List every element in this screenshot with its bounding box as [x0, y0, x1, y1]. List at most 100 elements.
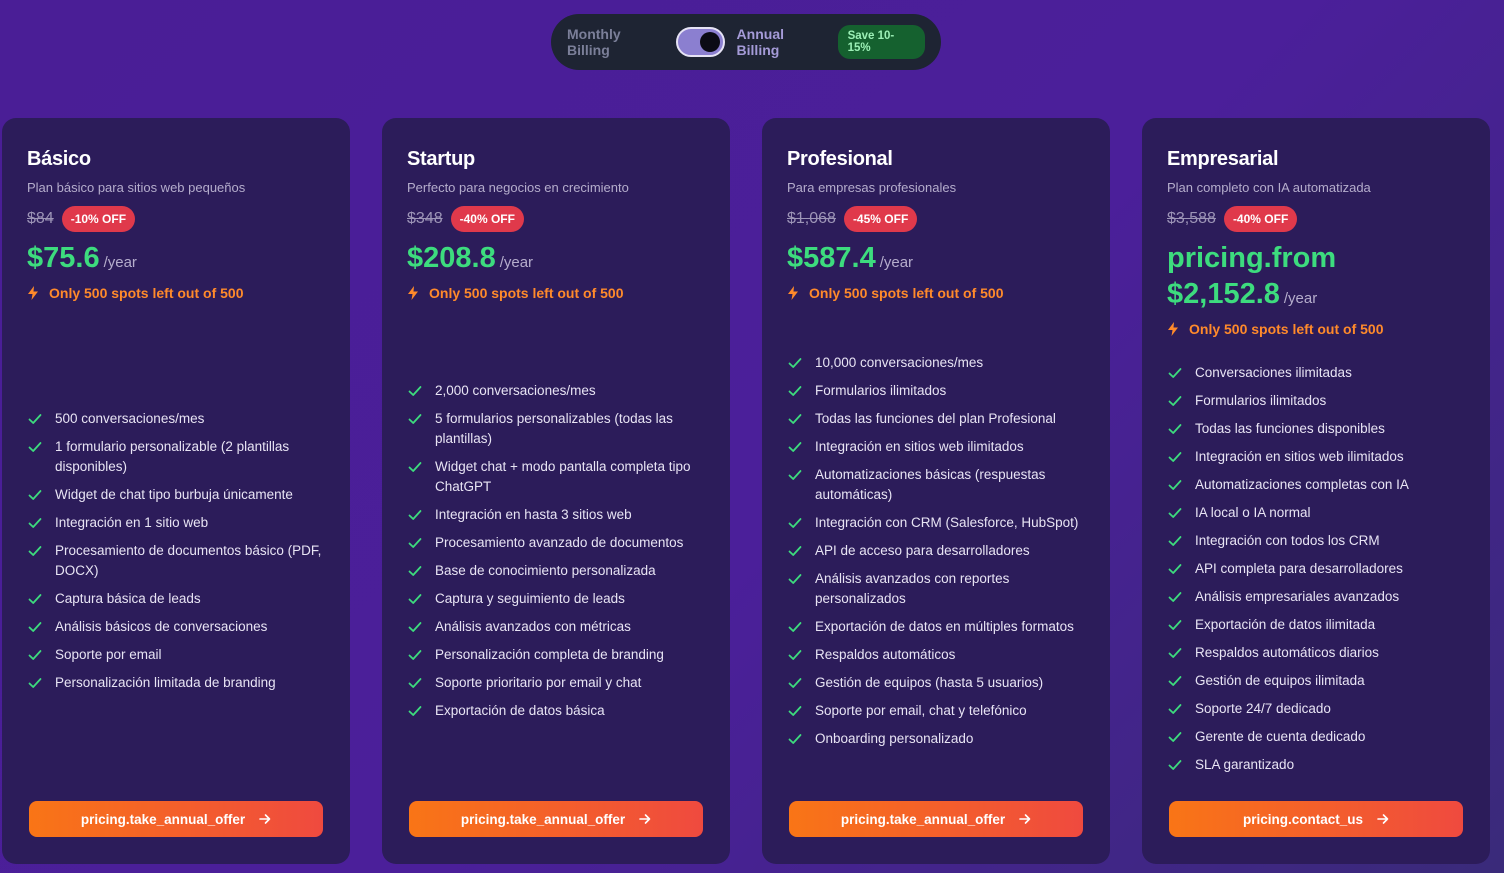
check-icon — [27, 619, 43, 635]
cta-label: pricing.contact_us — [1242, 811, 1364, 827]
feature-item: Widget de chat tipo burbuja únicamente — [27, 485, 330, 505]
billing-switch[interactable] — [676, 27, 725, 57]
feature-text: Soporte 24/7 dedicado — [1195, 701, 1331, 716]
feature-text: Todas las funciones del plan Profesional — [815, 411, 1056, 426]
check-icon — [1167, 617, 1183, 633]
feature-item: Widget chat + modo pantalla completa tip… — [407, 457, 710, 497]
bolt-icon — [787, 286, 799, 300]
cta-label: pricing.take_annual_offer — [80, 811, 246, 827]
feature-item: Base de conocimiento personalizada — [407, 561, 710, 581]
price-period: /year — [103, 254, 137, 271]
check-icon — [1167, 757, 1183, 773]
feature-item: Soporte 24/7 dedicado — [1167, 699, 1470, 719]
feature-text: Formularios ilimitados — [815, 383, 947, 398]
switch-knob — [699, 32, 720, 52]
check-icon — [27, 439, 43, 455]
plan-card: Profesional Para empresas profesionales … — [762, 118, 1110, 864]
check-icon — [407, 563, 423, 579]
check-icon — [407, 675, 423, 691]
feature-list: 10,000 conversaciones/mes Formularios il… — [787, 353, 1090, 757]
feature-item: Análisis avanzados con reportes personal… — [787, 569, 1090, 609]
feature-item: Exportación de datos en múltiples format… — [787, 617, 1090, 637]
feature-text: IA local o IA normal — [1195, 505, 1311, 520]
check-icon — [787, 619, 803, 635]
check-icon — [1167, 533, 1183, 549]
feature-text: Conversaciones ilimitadas — [1195, 365, 1352, 380]
feature-item: Conversaciones ilimitadas — [1167, 363, 1470, 383]
feature-item: Exportación de datos básica — [407, 701, 710, 721]
feature-text: 10,000 conversaciones/mes — [815, 355, 984, 370]
feature-list: 2,000 conversaciones/mes 5 formularios p… — [407, 381, 710, 729]
feature-item: Gestión de equipos ilimitada — [1167, 671, 1470, 691]
feature-item: Soporte prioritario por email y chat — [407, 673, 710, 693]
feature-text: Formularios ilimitados — [1195, 393, 1327, 408]
feature-item: 2,000 conversaciones/mes — [407, 381, 710, 401]
price-block: pricing.from $2,152.8/year — [1167, 240, 1336, 317]
feature-text: Integración con todos los CRM — [1195, 533, 1380, 548]
feature-item: IA local o IA normal — [1167, 503, 1470, 523]
monthly-billing-label[interactable]: Monthly Billing — [567, 26, 664, 58]
feature-item: Automatizaciones básicas (respuestas aut… — [787, 465, 1090, 505]
check-icon — [787, 383, 803, 399]
spots-left: Only 500 spots left out of 500 — [27, 285, 244, 301]
feature-item: 5 formularios personalizables (todas las… — [407, 409, 710, 449]
feature-text: SLA garantizado — [1195, 757, 1295, 772]
price-period: /year — [499, 254, 534, 271]
feature-text: Automatizaciones básicas (respuestas aut… — [815, 467, 1046, 502]
feature-text: Gestión de equipos (hasta 5 usuarios) — [815, 675, 1044, 690]
plan-name: Básico — [27, 148, 91, 170]
feature-item: 1 formulario personalizable (2 plantilla… — [27, 437, 330, 477]
feature-text: API de acceso para desarrolladores — [815, 543, 1030, 558]
feature-text: Análisis básicos de conversaciones — [55, 619, 268, 634]
cta-button[interactable]: pricing.take_annual_offer — [789, 801, 1083, 837]
feature-item: Integración con todos los CRM — [1167, 531, 1470, 551]
check-icon — [1167, 589, 1183, 605]
bolt-icon — [27, 286, 39, 300]
feature-text: Integración en hasta 3 sitios web — [435, 507, 632, 522]
feature-list: Conversaciones ilimitadas Formularios il… — [1167, 363, 1470, 783]
discount-row: $348 -40% OFF — [407, 206, 524, 232]
feature-item: API completa para desarrolladores — [1167, 559, 1470, 579]
cta-button[interactable]: pricing.take_annual_offer — [29, 801, 323, 837]
feature-item: Procesamiento avanzado de documentos — [407, 533, 710, 553]
feature-item: Captura básica de leads — [27, 589, 330, 609]
plan-name: Startup — [407, 148, 475, 170]
check-icon — [1167, 393, 1183, 409]
check-icon — [407, 703, 423, 719]
feature-item: Soporte por email, chat y telefónico — [787, 701, 1090, 721]
feature-item: Análisis básicos de conversaciones — [27, 617, 330, 637]
feature-item: Integración en sitios web ilimitados — [787, 437, 1090, 457]
cta-button[interactable]: pricing.take_annual_offer — [409, 801, 703, 837]
discount-row: $1,068 -45% OFF — [787, 206, 918, 232]
check-icon — [407, 535, 423, 551]
discount-badge: -40% OFF — [1223, 206, 1298, 232]
check-icon — [1167, 561, 1183, 577]
feature-item: Personalización completa de branding — [407, 645, 710, 665]
plan-price: $75.6 — [27, 242, 100, 274]
discount-row: $84 -10% OFF — [27, 206, 136, 232]
original-price: $348 — [407, 210, 443, 227]
feature-text: Onboarding personalizado — [815, 731, 974, 746]
plan-description: Plan básico para sitios web pequeños — [27, 180, 246, 195]
feature-item: Integración en 1 sitio web — [27, 513, 330, 533]
billing-toggle-bar: Monthly Billing Annual Billing Save 10-1… — [551, 14, 941, 70]
plan-name: Empresarial — [1167, 148, 1279, 170]
plan-card: Básico Plan básico para sitios web peque… — [2, 118, 350, 864]
feature-list: 500 conversaciones/mes 1 formulario pers… — [27, 409, 330, 701]
feature-text: Automatizaciones completas con IA — [1195, 477, 1409, 492]
feature-item: Análisis avanzados con métricas — [407, 617, 710, 637]
check-icon — [787, 439, 803, 455]
spots-text: Only 500 spots left out of 500 — [809, 285, 1004, 301]
plan-price: $2,152.8 — [1167, 278, 1280, 310]
annual-billing-label[interactable]: Annual Billing — [737, 26, 828, 58]
feature-text: Widget chat + modo pantalla completa tip… — [435, 459, 691, 494]
cta-button[interactable]: pricing.contact_us — [1169, 801, 1463, 837]
feature-item: Personalización limitada de branding — [27, 673, 330, 693]
spots-left: Only 500 spots left out of 500 — [1167, 321, 1384, 337]
spots-left: Only 500 spots left out of 500 — [787, 285, 1004, 301]
feature-text: Respaldos automáticos — [815, 647, 956, 662]
discount-row: $3,588 -40% OFF — [1167, 206, 1298, 232]
spots-text: Only 500 spots left out of 500 — [49, 285, 244, 301]
check-icon — [1167, 701, 1183, 717]
feature-item: Automatizaciones completas con IA — [1167, 475, 1470, 495]
